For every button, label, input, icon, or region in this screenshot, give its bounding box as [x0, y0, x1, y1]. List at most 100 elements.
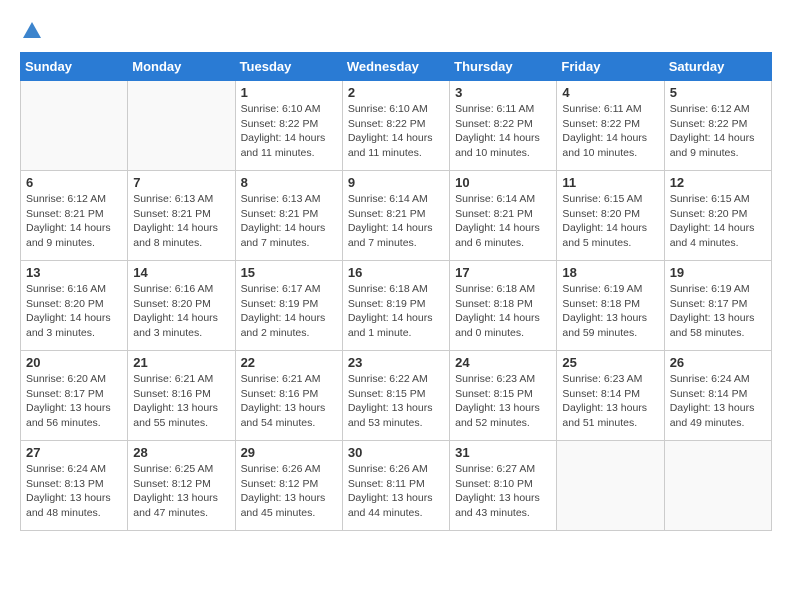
day-info: Sunrise: 6:11 AMSunset: 8:22 PMDaylight:…: [455, 102, 551, 161]
day-info: Sunrise: 6:18 AMSunset: 8:19 PMDaylight:…: [348, 282, 444, 341]
day-number: 24: [455, 355, 551, 370]
day-number: 11: [562, 175, 658, 190]
day-number: 20: [26, 355, 122, 370]
day-number: 10: [455, 175, 551, 190]
day-number: 19: [670, 265, 766, 280]
calendar-week-row: 6 Sunrise: 6:12 AMSunset: 8:21 PMDaylight…: [21, 171, 772, 261]
day-info: Sunrise: 6:14 AMSunset: 8:21 PMDaylight:…: [348, 192, 444, 251]
logo: [20, 20, 43, 42]
calendar-cell: 28 Sunrise: 6:25 AMSunset: 8:12 PMDayligh…: [128, 441, 235, 531]
day-info: Sunrise: 6:26 AMSunset: 8:12 PMDaylight:…: [241, 462, 337, 521]
weekday-label: Saturday: [664, 53, 771, 81]
calendar-cell: 25Sunrise: 6:23 AMSunset: 8:14 PMDayligh…: [557, 351, 664, 441]
day-info: Sunrise: 6:15 AMSunset: 8:20 PMDaylight:…: [562, 192, 658, 251]
calendar-cell: 10 Sunrise: 6:14 AMSunset: 8:21 PMDayligh…: [450, 171, 557, 261]
calendar-body: 1 Sunrise: 6:10 AMSunset: 8:22 PMDaylight…: [21, 81, 772, 531]
day-info: Sunrise: 6:23 AMSunset: 8:15 PMDaylight:…: [455, 372, 551, 431]
day-info: Sunrise: 6:20 AMSunset: 8:17 PMDaylight:…: [26, 372, 122, 431]
day-info: Sunrise: 6:25 AMSunset: 8:12 PMDaylight:…: [133, 462, 229, 521]
calendar-cell: 26 Sunrise: 6:24 AMSunset: 8:14 PMDayligh…: [664, 351, 771, 441]
day-info: Sunrise: 6:24 AMSunset: 8:14 PMDaylight:…: [670, 372, 766, 431]
day-info: Sunrise: 6:17 AMSunset: 8:19 PMDaylight:…: [241, 282, 337, 341]
day-info: Sunrise: 6:21 AMSunset: 8:16 PMDaylight:…: [133, 372, 229, 431]
calendar-cell: [664, 441, 771, 531]
day-number: 14: [133, 265, 229, 280]
day-info: Sunrise: 6:12 AMSunset: 8:21 PMDaylight:…: [26, 192, 122, 251]
calendar-cell: 5 Sunrise: 6:12 AMSunset: 8:22 PMDaylight…: [664, 81, 771, 171]
day-number: 25: [562, 355, 658, 370]
calendar-cell: 14 Sunrise: 6:16 AMSunset: 8:20 PMDayligh…: [128, 261, 235, 351]
day-number: 26: [670, 355, 766, 370]
day-info: Sunrise: 6:14 AMSunset: 8:21 PMDaylight:…: [455, 192, 551, 251]
calendar-cell: 2Sunrise: 6:10 AMSunset: 8:22 PMDaylight…: [342, 81, 449, 171]
calendar-cell: 4Sunrise: 6:11 AMSunset: 8:22 PMDaylight…: [557, 81, 664, 171]
calendar-cell: 6 Sunrise: 6:12 AMSunset: 8:21 PMDaylight…: [21, 171, 128, 261]
calendar-cell: 1 Sunrise: 6:10 AMSunset: 8:22 PMDaylight…: [235, 81, 342, 171]
calendar-cell: 20 Sunrise: 6:20 AMSunset: 8:17 PMDayligh…: [21, 351, 128, 441]
day-info: Sunrise: 6:13 AMSunset: 8:21 PMDaylight:…: [241, 192, 337, 251]
day-info: Sunrise: 6:16 AMSunset: 8:20 PMDaylight:…: [133, 282, 229, 341]
day-number: 8: [241, 175, 337, 190]
weekday-label: Friday: [557, 53, 664, 81]
calendar-cell: 19 Sunrise: 6:19 AMSunset: 8:17 PMDayligh…: [664, 261, 771, 351]
calendar-cell: 22Sunrise: 6:21 AMSunset: 8:16 PMDayligh…: [235, 351, 342, 441]
calendar-cell: 23 Sunrise: 6:22 AMSunset: 8:15 PMDayligh…: [342, 351, 449, 441]
calendar-cell: 30Sunrise: 6:26 AMSunset: 8:11 PMDayligh…: [342, 441, 449, 531]
calendar-week-row: 1 Sunrise: 6:10 AMSunset: 8:22 PMDaylight…: [21, 81, 772, 171]
day-number: 16: [348, 265, 444, 280]
day-number: 28: [133, 445, 229, 460]
calendar-week-row: 20 Sunrise: 6:20 AMSunset: 8:17 PMDayligh…: [21, 351, 772, 441]
calendar-cell: 21 Sunrise: 6:21 AMSunset: 8:16 PMDayligh…: [128, 351, 235, 441]
page-header: [20, 20, 772, 42]
day-number: 17: [455, 265, 551, 280]
weekday-label: Thursday: [450, 53, 557, 81]
calendar-cell: [128, 81, 235, 171]
day-number: 5: [670, 85, 766, 100]
day-info: Sunrise: 6:16 AMSunset: 8:20 PMDaylight:…: [26, 282, 122, 341]
logo-icon: [21, 20, 43, 42]
day-info: Sunrise: 6:11 AMSunset: 8:22 PMDaylight:…: [562, 102, 658, 161]
day-info: Sunrise: 6:10 AMSunset: 8:22 PMDaylight:…: [348, 102, 444, 161]
day-number: 21: [133, 355, 229, 370]
day-number: 13: [26, 265, 122, 280]
day-info: Sunrise: 6:21 AMSunset: 8:16 PMDaylight:…: [241, 372, 337, 431]
calendar-cell: 27Sunrise: 6:24 AMSunset: 8:13 PMDayligh…: [21, 441, 128, 531]
calendar-cell: [21, 81, 128, 171]
calendar-week-row: 13 Sunrise: 6:16 AMSunset: 8:20 PMDayligh…: [21, 261, 772, 351]
calendar-cell: 17 Sunrise: 6:18 AMSunset: 8:18 PMDayligh…: [450, 261, 557, 351]
calendar-cell: 3 Sunrise: 6:11 AMSunset: 8:22 PMDaylight…: [450, 81, 557, 171]
calendar-cell: 15Sunrise: 6:17 AMSunset: 8:19 PMDayligh…: [235, 261, 342, 351]
day-number: 23: [348, 355, 444, 370]
weekday-label: Tuesday: [235, 53, 342, 81]
day-info: Sunrise: 6:24 AMSunset: 8:13 PMDaylight:…: [26, 462, 122, 521]
day-number: 9: [348, 175, 444, 190]
day-info: Sunrise: 6:15 AMSunset: 8:20 PMDaylight:…: [670, 192, 766, 251]
calendar-cell: 7Sunrise: 6:13 AMSunset: 8:21 PMDaylight…: [128, 171, 235, 261]
calendar-cell: 16 Sunrise: 6:18 AMSunset: 8:19 PMDayligh…: [342, 261, 449, 351]
calendar-cell: 24 Sunrise: 6:23 AMSunset: 8:15 PMDayligh…: [450, 351, 557, 441]
calendar-table: SundayMondayTuesdayWednesdayThursdayFrid…: [20, 52, 772, 531]
day-info: Sunrise: 6:12 AMSunset: 8:22 PMDaylight:…: [670, 102, 766, 161]
day-number: 18: [562, 265, 658, 280]
calendar-cell: [557, 441, 664, 531]
day-info: Sunrise: 6:18 AMSunset: 8:18 PMDaylight:…: [455, 282, 551, 341]
day-info: Sunrise: 6:10 AMSunset: 8:22 PMDaylight:…: [241, 102, 337, 161]
calendar-cell: 12 Sunrise: 6:15 AMSunset: 8:20 PMDayligh…: [664, 171, 771, 261]
calendar-cell: 13 Sunrise: 6:16 AMSunset: 8:20 PMDayligh…: [21, 261, 128, 351]
day-number: 29: [241, 445, 337, 460]
day-info: Sunrise: 6:27 AMSunset: 8:10 PMDaylight:…: [455, 462, 551, 521]
day-info: Sunrise: 6:19 AMSunset: 8:18 PMDaylight:…: [562, 282, 658, 341]
day-number: 30: [348, 445, 444, 460]
day-number: 12: [670, 175, 766, 190]
calendar-cell: 18 Sunrise: 6:19 AMSunset: 8:18 PMDayligh…: [557, 261, 664, 351]
day-number: 6: [26, 175, 122, 190]
day-number: 1: [241, 85, 337, 100]
day-info: Sunrise: 6:22 AMSunset: 8:15 PMDaylight:…: [348, 372, 444, 431]
calendar-week-row: 27Sunrise: 6:24 AMSunset: 8:13 PMDayligh…: [21, 441, 772, 531]
weekday-label: Wednesday: [342, 53, 449, 81]
calendar-cell: 9 Sunrise: 6:14 AMSunset: 8:21 PMDaylight…: [342, 171, 449, 261]
calendar-cell: 29 Sunrise: 6:26 AMSunset: 8:12 PMDayligh…: [235, 441, 342, 531]
weekday-label: Sunday: [21, 53, 128, 81]
day-info: Sunrise: 6:19 AMSunset: 8:17 PMDaylight:…: [670, 282, 766, 341]
day-number: 3: [455, 85, 551, 100]
